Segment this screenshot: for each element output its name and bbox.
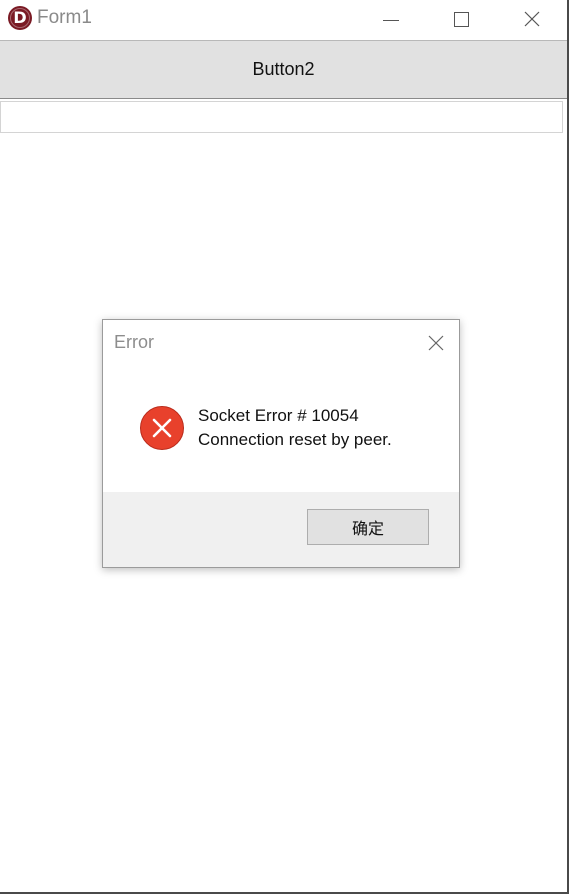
error-dialog: Error Socket Error # 10054 Connection re… xyxy=(102,319,460,568)
dialog-footer: 确定 xyxy=(103,492,459,567)
error-message-line2: Connection reset by peer. xyxy=(198,430,392,449)
close-icon xyxy=(524,11,540,27)
minimize-button[interactable] xyxy=(362,0,420,38)
maximize-button[interactable] xyxy=(432,0,490,38)
close-icon xyxy=(428,335,444,351)
close-button[interactable] xyxy=(503,0,561,38)
error-icon xyxy=(140,406,184,450)
title-bar[interactable]: D Form1 xyxy=(0,0,567,41)
maximize-icon xyxy=(453,11,469,27)
form1-window: D Form1 Button2 Error Socket Error # 100… xyxy=(0,0,569,894)
dialog-close-button[interactable] xyxy=(421,328,451,358)
dialog-title: Error xyxy=(114,332,154,352)
ok-button[interactable]: 确定 xyxy=(307,509,429,545)
error-message-line1: Socket Error # 10054 xyxy=(198,406,359,425)
edit-field[interactable] xyxy=(0,101,563,133)
button2[interactable]: Button2 xyxy=(0,41,567,99)
minimize-icon xyxy=(383,19,399,21)
error-message: Socket Error # 10054 Connection reset by… xyxy=(198,404,392,452)
window-title: Form1 xyxy=(37,7,92,28)
delphi-app-icon[interactable]: D xyxy=(8,6,32,30)
